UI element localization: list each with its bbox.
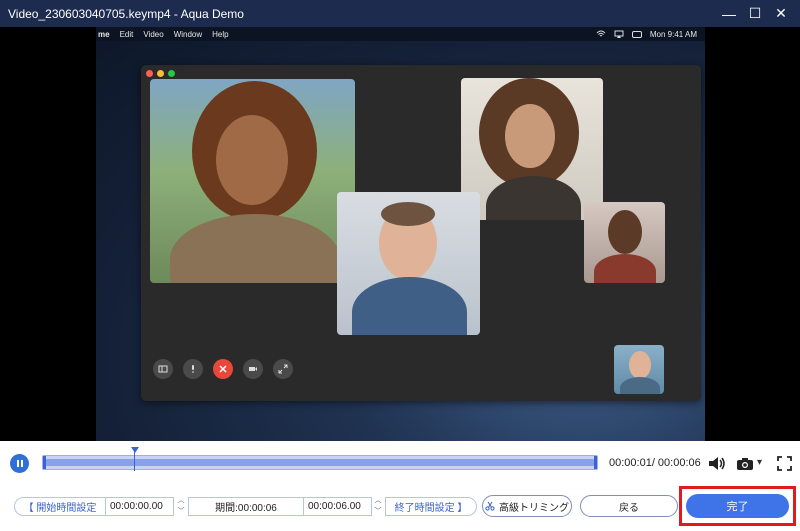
done-button[interactable]: 完了 xyxy=(686,494,789,518)
trim-start-handle[interactable] xyxy=(43,456,46,469)
participant-tile-4 xyxy=(584,202,665,283)
editor-controls: 00:00:01/ 00:00:06 ▾ 【 開始時間設定 00:00:00.0… xyxy=(0,441,800,531)
scissors-icon xyxy=(485,501,495,511)
mac-menubar: me Edit Video Window Help Mon 9:41 AM xyxy=(96,27,705,41)
close-icon xyxy=(219,365,227,373)
participant-tile-3 xyxy=(337,192,480,335)
zoom-dot-icon xyxy=(168,70,175,77)
participant-tile-2 xyxy=(461,78,603,220)
sidebar-icon xyxy=(158,365,168,373)
camera-toggle-button[interactable] xyxy=(243,359,263,379)
trim-end-handle[interactable] xyxy=(594,456,597,469)
close-button[interactable]: ✕ xyxy=(768,0,794,27)
menu-item-video: Video xyxy=(143,29,164,39)
menu-item-edit: Edit xyxy=(119,29,134,39)
set-start-time-button[interactable]: 【 開始時間設定 xyxy=(14,497,106,516)
done-button-highlight: 完了 xyxy=(679,486,796,526)
window-title: Video_230603040705.keymp4 - Aqua Demo xyxy=(8,6,244,21)
trim-timeline[interactable] xyxy=(42,455,598,470)
airplay-icon xyxy=(614,30,624,38)
fullscreen-call-button[interactable] xyxy=(273,359,293,379)
end-call-button[interactable] xyxy=(213,359,233,379)
chevron-down-icon[interactable]: ﹀ xyxy=(375,508,382,516)
self-view-tile xyxy=(614,345,664,394)
start-time-stepper[interactable]: ︿ ﹀ xyxy=(176,497,186,516)
video-preview[interactable]: me Edit Video Window Help Mon 9:41 AM xyxy=(0,27,800,441)
playhead-marker[interactable] xyxy=(131,447,139,453)
pause-button[interactable] xyxy=(10,454,29,473)
end-time-field[interactable]: 00:00:06.00 xyxy=(304,497,372,516)
maximize-button[interactable]: ☐ xyxy=(742,0,768,27)
snapshot-camera-icon[interactable] xyxy=(736,457,754,471)
set-end-time-button[interactable]: 終了時間設定 】 xyxy=(385,497,477,516)
battery-icon xyxy=(631,30,642,38)
close-dot-icon xyxy=(146,70,153,77)
back-button[interactable]: 戻る xyxy=(580,495,678,517)
pause-icon xyxy=(16,460,19,467)
minimize-button[interactable]: — xyxy=(716,0,742,27)
timecode: 00:00:01/ 00:00:06 xyxy=(609,457,701,469)
facetime-window xyxy=(141,65,701,401)
participant-tile-1 xyxy=(150,79,355,283)
minimize-dot-icon xyxy=(157,70,164,77)
duration-field: 期間:00:00:06 xyxy=(188,497,304,516)
volume-icon[interactable] xyxy=(708,456,726,471)
end-time-stepper[interactable]: ︿ ﹀ xyxy=(373,497,383,516)
advanced-trim-button[interactable]: 高級トリミング xyxy=(482,495,572,517)
advanced-trim-label: 高級トリミング xyxy=(499,502,569,514)
sidebar-toggle-button[interactable] xyxy=(153,359,173,379)
expand-icon xyxy=(278,364,288,374)
window-titlebar: Video_230603040705.keymp4 - Aqua Demo — … xyxy=(0,0,800,27)
microphone-icon xyxy=(192,365,194,373)
menu-item-app: me xyxy=(98,29,110,39)
mute-button[interactable] xyxy=(183,359,203,379)
chevron-up-icon[interactable]: ︿ xyxy=(375,497,382,505)
menu-item-window: Window xyxy=(173,29,203,39)
playhead-line[interactable] xyxy=(134,448,135,471)
menu-item-help: Help xyxy=(212,29,229,39)
fullscreen-icon[interactable] xyxy=(777,456,792,471)
wifi-icon xyxy=(596,30,606,37)
chevron-down-icon[interactable]: ▾ xyxy=(757,457,762,468)
chevron-up-icon[interactable]: ︿ xyxy=(178,497,185,505)
timeline-selection xyxy=(46,459,594,466)
video-frame: me Edit Video Window Help Mon 9:41 AM xyxy=(96,27,705,441)
mac-clock: Mon 9:41 AM xyxy=(649,29,697,39)
chevron-down-icon[interactable]: ﹀ xyxy=(178,508,185,516)
start-time-field[interactable]: 00:00:00.00 xyxy=(106,497,174,516)
video-camera-icon xyxy=(249,367,257,371)
